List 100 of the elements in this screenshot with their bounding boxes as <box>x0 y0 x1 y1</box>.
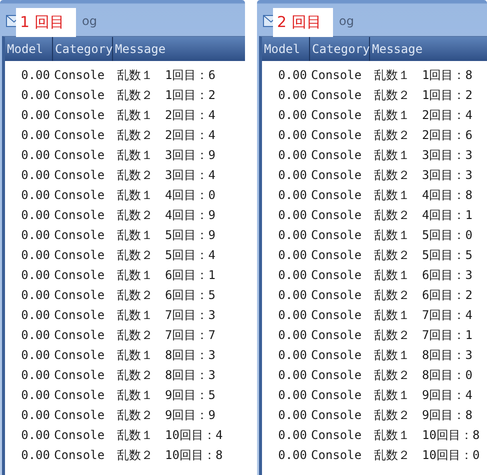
table-cell-text: 乱数２ 10回目：0 <box>373 446 481 464</box>
table-cell-text: 乱数１ 5回目：9 <box>116 226 216 244</box>
table-cell-text: 乱数１ 7回目：4 <box>373 306 474 324</box>
table-cell-text: Console <box>310 408 363 422</box>
table-cell-text: Console <box>310 148 363 162</box>
table-cell-text: Console <box>53 368 106 382</box>
table-cell-text: 乱数１ 2回目：4 <box>373 106 474 124</box>
table-cell-text: 0.00 <box>20 328 51 342</box>
table-cell-text: 0.00 <box>277 448 308 462</box>
table-cell-text: 乱数１ 6回目：1 <box>116 266 216 284</box>
table-cell-text: 乱数２ 3回目：3 <box>373 166 474 184</box>
column-header[interactable]: Model <box>5 37 53 61</box>
table-cell-text: 乱数１ 7回目：3 <box>116 306 216 324</box>
table-cell-text: 0.00 <box>277 128 308 142</box>
column-header[interactable]: Category <box>310 37 370 61</box>
table-cell-text: 0.00 <box>20 248 51 262</box>
column-header[interactable]: Message <box>113 37 245 61</box>
table-cell-text: 乱数２ 9回目：9 <box>116 406 216 424</box>
table-cell-text: 0.00 <box>20 388 51 402</box>
table-cell-text: Console <box>53 308 106 322</box>
table-cell-text: 乱数２ 3回目：4 <box>116 166 216 184</box>
table-cell-text: 0.00 <box>20 448 51 462</box>
table-cell-text: 0.00 <box>20 348 51 362</box>
table-cell-text: 乱数２ 4回目：1 <box>373 206 474 224</box>
table-cell-text: 乱数２ 6回目：5 <box>116 286 216 304</box>
table-cell-text: Console <box>310 308 363 322</box>
column-header[interactable]: Message <box>370 37 487 61</box>
table-cell-text: Console <box>310 228 363 242</box>
table-cell-text: 0.00 <box>277 368 308 382</box>
table-cell-text: 乱数１ 3回目：3 <box>373 146 474 164</box>
table-cell-text: Console <box>53 388 106 402</box>
table-cell-text: Console <box>310 208 363 222</box>
table-cell-text: 0.00 <box>277 108 308 122</box>
table-cell-text: 0.00 <box>20 168 51 182</box>
table-cell-text: 乱数２ 7回目：7 <box>116 326 216 344</box>
table-cell-text: 0.00 <box>277 268 308 282</box>
table-cell-text: Console <box>53 448 106 462</box>
table-cell-text: 乱数２ 8回目：3 <box>116 366 216 384</box>
table-cell-text: Console <box>310 128 363 142</box>
table-cell-text: Console <box>53 188 106 202</box>
table-cell-text: 0.00 <box>20 288 51 302</box>
table-cell-text: 0.00 <box>277 68 308 82</box>
table-cell-text: 乱数１ 3回目：9 <box>116 146 216 164</box>
table-cell-text: Console <box>310 168 363 182</box>
table-cell-text: 0.00 <box>20 88 51 102</box>
table-cell-text: 0.00 <box>20 148 51 162</box>
table-cell-text: 乱数１ 4回目：0 <box>116 186 216 204</box>
table-cell-text: 乱数１ 2回目：4 <box>116 106 216 124</box>
column-header[interactable]: Model <box>262 37 310 61</box>
table-cell-text: 乱数１ 6回目：3 <box>373 266 474 284</box>
table-cell-text: Console <box>310 448 363 462</box>
table-cell-text: Console <box>53 168 106 182</box>
table-cell-text: Console <box>53 408 106 422</box>
table-cell-text: 0.00 <box>277 188 308 202</box>
table-cell-text: 0.00 <box>20 68 51 82</box>
table-cell-text: Console <box>53 148 106 162</box>
table-cell-text: 0.00 <box>20 188 51 202</box>
table-cell-text: 乱数２ 10回目：8 <box>116 446 224 464</box>
table-cell-text: Console <box>310 188 363 202</box>
table-cell-text: 乱数２ 9回目：8 <box>373 406 474 424</box>
table-cell-text: 0.00 <box>277 208 308 222</box>
table-cell-text: 0.00 <box>20 368 51 382</box>
table-cell-text: 乱数２ 5回目：5 <box>373 246 474 264</box>
table-cell-text: Console <box>53 108 106 122</box>
table-cell-text: 乱数１ 4回目：8 <box>373 186 474 204</box>
table-cell-text: 乱数２ 1回目：2 <box>116 86 216 104</box>
table-cell-text: Console <box>310 368 363 382</box>
table-cell-text: 0.00 <box>277 288 308 302</box>
table-cell-text: Console <box>53 328 106 342</box>
table-cell-text: 0.00 <box>20 268 51 282</box>
table-cell-text: 乱数１ 1回目：8 <box>373 66 474 84</box>
run-label: 2 回目 <box>273 8 334 37</box>
table-cell-text: 0.00 <box>20 308 51 322</box>
table-cell-text: 乱数１ 10回目：8 <box>373 426 481 444</box>
table-cell-text: 0.00 <box>20 228 51 242</box>
run-label: 1 回目 <box>16 8 76 37</box>
table-cell-text: Console <box>310 428 363 442</box>
table-cell-text: 0.00 <box>20 128 51 142</box>
table-cell-text: 0.00 <box>20 208 51 222</box>
table-cell-text: Console <box>310 348 363 362</box>
table-cell-text: Console <box>310 288 363 302</box>
table-cell-text: Console <box>53 128 106 142</box>
table-cell-text: 0.00 <box>277 248 308 262</box>
table-cell-text: Console <box>310 108 363 122</box>
table-cell-text: 乱数２ 6回目：2 <box>373 286 474 304</box>
table-cell-text: 0.00 <box>277 408 308 422</box>
table-cell-text: Console <box>53 268 106 282</box>
table-cell-text: 0.00 <box>20 108 51 122</box>
table-cell-text: Console <box>310 88 363 102</box>
table-cell-text: Console <box>53 88 106 102</box>
table-cell-text: Console <box>53 428 106 442</box>
table-cell-text: 乱数１ 9回目：5 <box>116 386 216 404</box>
table-cell-text: 0.00 <box>277 148 308 162</box>
table-cell-text: 乱数１ 1回目：6 <box>116 66 216 84</box>
table-cell-text: 0.00 <box>277 168 308 182</box>
table-cell-text: 乱数２ 2回目：6 <box>373 126 474 144</box>
table-cell-text: Console <box>310 68 363 82</box>
table-cell-text: Console <box>53 208 106 222</box>
column-header[interactable]: Category <box>53 37 113 61</box>
table-cell-text: 乱数２ 8回目：0 <box>373 366 474 384</box>
